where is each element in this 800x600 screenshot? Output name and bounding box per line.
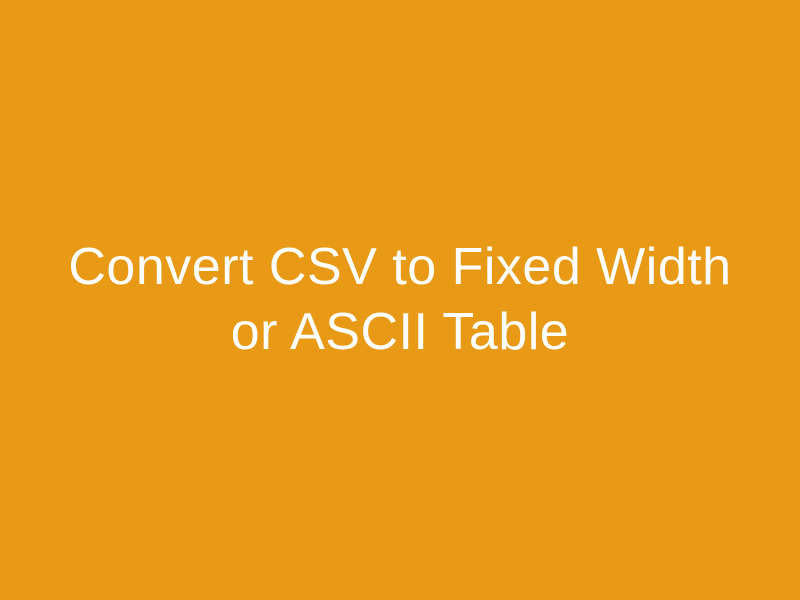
page-title: Convert CSV to Fixed Width or ASCII Tabl…	[0, 235, 800, 365]
